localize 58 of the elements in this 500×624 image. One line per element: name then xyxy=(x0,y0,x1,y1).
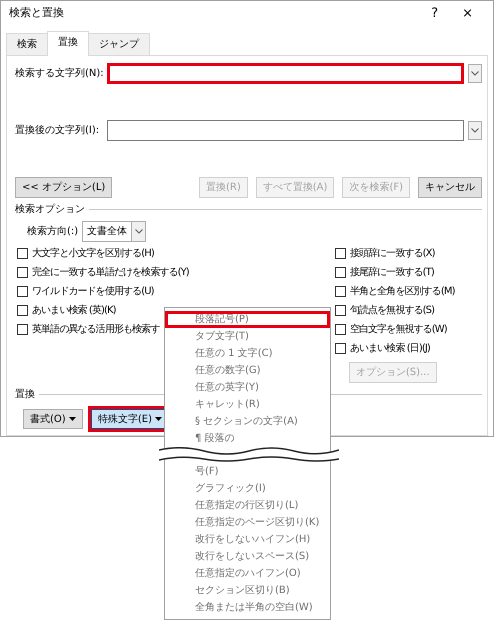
field-label: 置換後の文字列(I): xyxy=(15,124,100,138)
direction-select[interactable]: 文書全体 xyxy=(82,221,146,242)
menu-item[interactable]: 改行をしないハイフン(H) xyxy=(165,531,330,548)
tab[interactable]: ジャンプ xyxy=(88,33,150,55)
checkbox[interactable] xyxy=(334,343,346,354)
checkbox[interactable] xyxy=(17,267,28,278)
replace-field[interactable] xyxy=(107,120,464,141)
section-heading: 置換 xyxy=(15,388,35,402)
checkbox-label: 大文字と小文字を区別する(H) xyxy=(32,246,154,261)
checkbox-label: 接尾辞に一致する(T) xyxy=(350,266,434,280)
close-button[interactable]: × xyxy=(450,6,485,20)
section-heading: 検索オプション xyxy=(15,202,85,217)
checkbox-label: あいまい検索 (英)(K) xyxy=(32,304,116,318)
tab[interactable]: 検索 xyxy=(6,33,48,55)
menu-item[interactable]: 全角または半角の空白(W) xyxy=(165,599,330,616)
checkbox[interactable] xyxy=(334,286,346,297)
field-label: 検索方向(:) xyxy=(27,224,78,239)
checkbox-label: 半角と全角を区別する(M) xyxy=(350,284,455,299)
dialog-button[interactable]: キャンセル xyxy=(418,177,482,198)
checkbox-label: 空白文字を無視する(W) xyxy=(350,322,447,337)
checkbox[interactable] xyxy=(334,305,346,316)
tab[interactable]: 置換 xyxy=(47,31,89,56)
checkbox-label: 句読点を無視する(S) xyxy=(350,304,434,318)
caret-icon xyxy=(68,416,76,421)
checkbox[interactable] xyxy=(17,248,28,259)
checkbox-label: 完全に一致する単語だけを検索する(Y) xyxy=(32,266,189,280)
checkbox[interactable] xyxy=(334,248,346,259)
menu-item[interactable]: 改行をしないスペース(S) xyxy=(165,548,330,565)
menu-item[interactable]: 号(F) xyxy=(165,463,330,480)
help-button[interactable]: ? xyxy=(419,6,450,20)
checkbox[interactable] xyxy=(17,305,28,316)
menu-item[interactable]: 段落記号(P) xyxy=(165,311,330,328)
menu-item[interactable]: 任意の 1 文字(C) xyxy=(165,345,330,362)
menu-item[interactable]: 任意の英字(Y) xyxy=(165,379,330,396)
menu-item[interactable]: 任意の数字(G) xyxy=(165,362,330,379)
checkbox-label: ワイルドカードを使用する(U) xyxy=(32,285,154,299)
window-title: 検索と置換 xyxy=(9,4,65,21)
dropdown-button[interactable]: 書式(O) xyxy=(23,409,83,429)
checkbox-label: 英単語の異なる活用形も検索す xyxy=(32,322,160,337)
checkbox[interactable] xyxy=(17,324,28,335)
menu-item[interactable]: 任意指定の行区切り(L) xyxy=(165,497,330,514)
dialog-button[interactable]: << オプション(L) xyxy=(15,177,112,198)
caret-icon xyxy=(155,416,162,421)
checkbox-label: 接頭辞に一致する(X) xyxy=(350,246,435,261)
menu-item[interactable]: グラフィック(I) xyxy=(165,480,330,497)
menu-item[interactable]: 任意指定のハイフン(O) xyxy=(165,565,330,582)
checkbox[interactable] xyxy=(334,324,346,335)
field-label: 検索する文字列(N): xyxy=(15,66,103,81)
checkbox[interactable] xyxy=(17,286,28,297)
menu-item[interactable]: タブ文字(T) xyxy=(165,328,330,345)
checkbox[interactable] xyxy=(334,267,346,278)
menu-item[interactable]: ¶ 段落の xyxy=(165,430,330,447)
menu-item[interactable]: 任意指定のページ区切り(K) xyxy=(165,514,330,531)
find-field[interactable] xyxy=(107,63,464,84)
dropdown-button[interactable] xyxy=(468,121,482,140)
dropdown-button[interactable] xyxy=(468,64,482,83)
checkbox-label: あいまい検索 (日)(J) xyxy=(350,342,430,356)
menu-item[interactable]: セクション区切り(B) xyxy=(165,582,330,599)
